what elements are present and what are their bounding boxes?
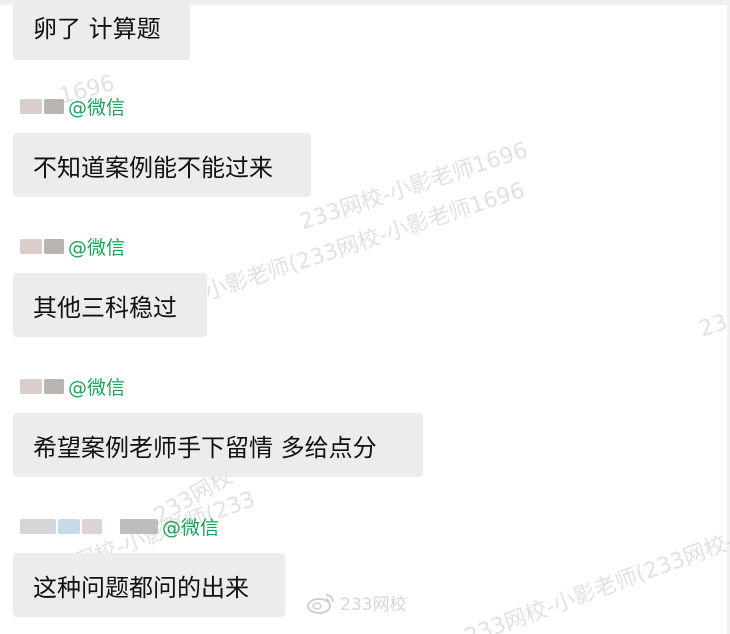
watermark: 233网校-小影老师1696 [296, 137, 531, 236]
message-bubble: 希望案例老师手下留情 多给点分 [13, 413, 423, 477]
sender-source-label: @微信 [162, 516, 220, 539]
blurred-name [44, 98, 64, 114]
chat-screenshot: 1696 233网校-小影老师1696 小影老师(233网校-小影老师1696 … [0, 0, 730, 634]
sender-name: @微信 [20, 375, 126, 399]
blurred-name [20, 238, 42, 254]
brand-label: 233网校 [340, 595, 407, 615]
sender-source-label: @微信 [68, 96, 126, 119]
message-bubble: 其他三科稳过 [13, 273, 207, 337]
message-text: 卵了 计算题 [33, 14, 161, 43]
blurred-name [20, 518, 56, 534]
watermark: 23 [696, 309, 730, 343]
blurred-name [58, 518, 80, 534]
blurred-name [20, 98, 42, 114]
message-bubble: 不知道案例能不能过来 [13, 133, 311, 197]
sender-name: @微信 [20, 95, 126, 119]
blurred-name [20, 378, 42, 394]
watermark: 233网校-小影老师(233网校-小影老师 [461, 499, 730, 634]
blurred-name [44, 238, 64, 254]
sender-source-label: @微信 [68, 376, 126, 399]
blurred-name [44, 378, 64, 394]
brand-watermark: 233网校 [306, 590, 406, 615]
sender-name: @微信 [20, 235, 126, 259]
message-text: 这种问题都问的出来 [33, 573, 249, 602]
blurred-name [82, 518, 102, 534]
message-bubble: 这种问题都问的出来 [13, 553, 285, 617]
message-bubble: 卵了 计算题 [13, 0, 190, 60]
blurred-name [120, 518, 158, 534]
message-text: 希望案例老师手下留情 多给点分 [33, 433, 377, 462]
message-text: 其他三科稳过 [33, 293, 177, 322]
sender-source-label: @微信 [68, 236, 126, 259]
sender-name: @微信 [20, 515, 220, 539]
weibo-logo-icon [307, 593, 334, 614]
message-text: 不知道案例能不能过来 [33, 153, 273, 182]
